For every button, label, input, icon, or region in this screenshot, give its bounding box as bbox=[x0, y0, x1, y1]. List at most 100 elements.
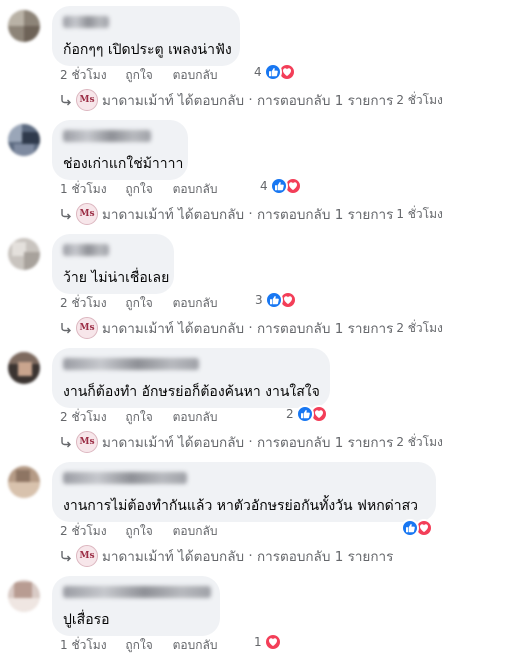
comment-text: ช่องเก่าแกใช่ม้าาาา bbox=[63, 156, 184, 172]
reply-arrow-icon bbox=[61, 323, 71, 334]
reply-time: 2 ชั่วโมง bbox=[396, 92, 443, 107]
reply-button[interactable]: ตอบกลับ bbox=[173, 522, 218, 541]
reply-verb: ได้ตอบกลับ bbox=[178, 93, 245, 109]
reply-count: การตอบกลับ 1 รายการ bbox=[256, 549, 394, 565]
replier-avatar: Ms bbox=[76, 203, 98, 225]
like-button[interactable]: ถูกใจ bbox=[125, 522, 152, 541]
comment-text: งานก็ต้องทำ อักษรย่อก็ต้องค้นหา งานใสใจ bbox=[63, 384, 320, 400]
comment-meta: 2 ชั่วโมง ถูกใจ ตอบกลับ bbox=[60, 408, 233, 427]
reply-arrow-icon bbox=[61, 95, 71, 106]
like-button[interactable]: ถูกใจ bbox=[125, 636, 152, 655]
reply-count: การตอบกลับ 1 รายการ bbox=[256, 93, 394, 109]
reply-button[interactable]: ตอบกลับ bbox=[173, 66, 218, 85]
reaction-summary[interactable]: 2 bbox=[286, 405, 328, 423]
separator: · bbox=[248, 434, 253, 450]
comment-bubble: ช่องเก่าแกใช่ม้าาาา bbox=[52, 120, 188, 180]
replier-avatar: Ms bbox=[76, 89, 98, 111]
reaction-count: 3 bbox=[255, 293, 263, 307]
comment-bubble: ก้อกๆๆ เปิดประตู เพลงน่าฟัง bbox=[52, 6, 240, 66]
reply-verb: ได้ตอบกลับ bbox=[178, 435, 245, 451]
view-replies-link[interactable]: Ms มาดามเม้าท์ ได้ตอบกลับ · การตอบกลับ 1… bbox=[58, 317, 443, 339]
commenter-name-blurred[interactable] bbox=[63, 16, 109, 28]
replier-avatar: Ms bbox=[76, 317, 98, 339]
avatar[interactable] bbox=[8, 238, 40, 270]
comment-text: งานการไม่ต้องทำกันแล้ว หาตัวอักษรย่อกันท… bbox=[63, 498, 419, 514]
comment-time[interactable]: 2 ชั่วโมง bbox=[60, 294, 107, 313]
commenter-name-blurred[interactable] bbox=[63, 472, 187, 484]
reply-verb: ได้ตอบกลับ bbox=[178, 207, 245, 223]
like-icon bbox=[263, 63, 282, 81]
comment-meta: 1 ชั่วโมง ถูกใจ ตอบกลับ bbox=[60, 180, 233, 199]
avatar[interactable] bbox=[8, 124, 40, 156]
view-replies-link[interactable]: Ms มาดามเม้าท์ ได้ตอบกลับ · การตอบกลับ 1… bbox=[58, 203, 443, 225]
reply-arrow-icon bbox=[61, 209, 71, 220]
separator: · bbox=[248, 548, 253, 564]
reply-arrow-icon bbox=[61, 437, 71, 448]
comment-time[interactable]: 2 ชั่วโมง bbox=[60, 66, 107, 85]
comment-text: ปูเสื่อรอ bbox=[63, 612, 110, 628]
reaction-count: 2 bbox=[286, 407, 294, 421]
comment-bubble: งานการไม่ต้องทำกันแล้ว หาตัวอักษรย่อกันท… bbox=[52, 462, 436, 522]
like-icon bbox=[264, 291, 283, 309]
avatar[interactable] bbox=[8, 10, 40, 42]
avatar[interactable] bbox=[8, 466, 40, 498]
reply-button[interactable]: ตอบกลับ bbox=[173, 180, 218, 199]
reaction-count: 4 bbox=[260, 179, 268, 193]
comment-meta: 2 ชั่วโมง ถูกใจ ตอบกลับ bbox=[60, 66, 233, 85]
comment-time[interactable]: 2 ชั่วโมง bbox=[60, 408, 107, 427]
replier-name: มาดามเม้าท์ bbox=[102, 93, 174, 109]
commenter-name-blurred[interactable] bbox=[63, 358, 199, 370]
reaction-count: 1 bbox=[254, 635, 262, 649]
reaction-summary[interactable]: 4 bbox=[260, 177, 302, 195]
separator: · bbox=[248, 92, 253, 108]
reply-time: 2 ชั่วโมง bbox=[396, 434, 443, 449]
avatar[interactable] bbox=[8, 580, 40, 612]
like-icon bbox=[295, 405, 314, 423]
replier-name: มาดามเม้าท์ bbox=[102, 321, 174, 337]
reaction-summary[interactable]: 3 bbox=[255, 291, 297, 309]
replier-avatar: Ms bbox=[76, 431, 98, 453]
reaction-count: 4 bbox=[254, 65, 262, 79]
commenter-name-blurred[interactable] bbox=[63, 130, 151, 142]
reply-arrow-icon bbox=[61, 551, 71, 562]
reply-button[interactable]: ตอบกลับ bbox=[173, 636, 218, 655]
reaction-summary[interactable]: 4 bbox=[254, 63, 296, 81]
like-icon bbox=[269, 177, 288, 195]
reply-button[interactable]: ตอบกลับ bbox=[173, 294, 218, 313]
comment-text: ก้อกๆๆ เปิดประตู เพลงน่าฟัง bbox=[63, 42, 232, 58]
commenter-name-blurred[interactable] bbox=[63, 586, 211, 598]
comment-bubble: ว้าย ไม่น่าเชื่อเลย bbox=[52, 234, 174, 294]
view-replies-link[interactable]: Ms มาดามเม้าท์ ได้ตอบกลับ · การตอบกลับ 1… bbox=[58, 89, 443, 111]
reply-count: การตอบกลับ 1 รายการ bbox=[256, 321, 394, 337]
comment-meta: 2 ชั่วโมง ถูกใจ ตอบกลับ bbox=[60, 522, 233, 541]
separator: · bbox=[248, 320, 253, 336]
commenter-name-blurred[interactable] bbox=[63, 244, 109, 256]
comment-meta: 1 ชั่วโมง ถูกใจ ตอบกลับ bbox=[60, 636, 233, 655]
comment-time[interactable]: 2 ชั่วโมง bbox=[60, 522, 107, 541]
replier-name: มาดามเม้าท์ bbox=[102, 207, 174, 223]
view-replies-link[interactable]: Ms มาดามเม้าท์ ได้ตอบกลับ · การตอบกลับ 1… bbox=[58, 431, 443, 453]
like-button[interactable]: ถูกใจ bbox=[125, 408, 152, 427]
like-icon bbox=[401, 519, 419, 537]
reply-count: การตอบกลับ 1 รายการ bbox=[256, 435, 394, 451]
reply-count: การตอบกลับ 1 รายการ bbox=[256, 207, 394, 223]
comment-bubble: ปูเสื่อรอ bbox=[52, 576, 220, 636]
reply-verb: ได้ตอบกลับ bbox=[178, 549, 245, 565]
view-replies-link[interactable]: Ms มาดามเม้าท์ ได้ตอบกลับ · การตอบกลับ 1… bbox=[58, 545, 393, 567]
comment-bubble: งานก็ต้องทำ อักษรย่อก็ต้องค้นหา งานใสใจ bbox=[52, 348, 330, 408]
like-button[interactable]: ถูกใจ bbox=[125, 294, 152, 313]
like-button[interactable]: ถูกใจ bbox=[125, 180, 152, 199]
comment-meta: 2 ชั่วโมง ถูกใจ ตอบกลับ bbox=[60, 294, 233, 313]
comment-text: ว้าย ไม่น่าเชื่อเลย bbox=[63, 270, 170, 286]
love-icon bbox=[263, 633, 282, 651]
reaction-summary[interactable] bbox=[399, 519, 433, 537]
like-button[interactable]: ถูกใจ bbox=[125, 66, 152, 85]
comment-time[interactable]: 1 ชั่วโมง bbox=[60, 636, 107, 655]
avatar[interactable] bbox=[8, 352, 40, 384]
reply-time: 1 ชั่วโมง bbox=[396, 206, 443, 221]
replier-avatar: Ms bbox=[76, 545, 98, 567]
reaction-summary[interactable]: 1 bbox=[254, 633, 282, 651]
reply-button[interactable]: ตอบกลับ bbox=[173, 408, 218, 427]
comment-time[interactable]: 1 ชั่วโมง bbox=[60, 180, 107, 199]
separator: · bbox=[248, 206, 253, 222]
